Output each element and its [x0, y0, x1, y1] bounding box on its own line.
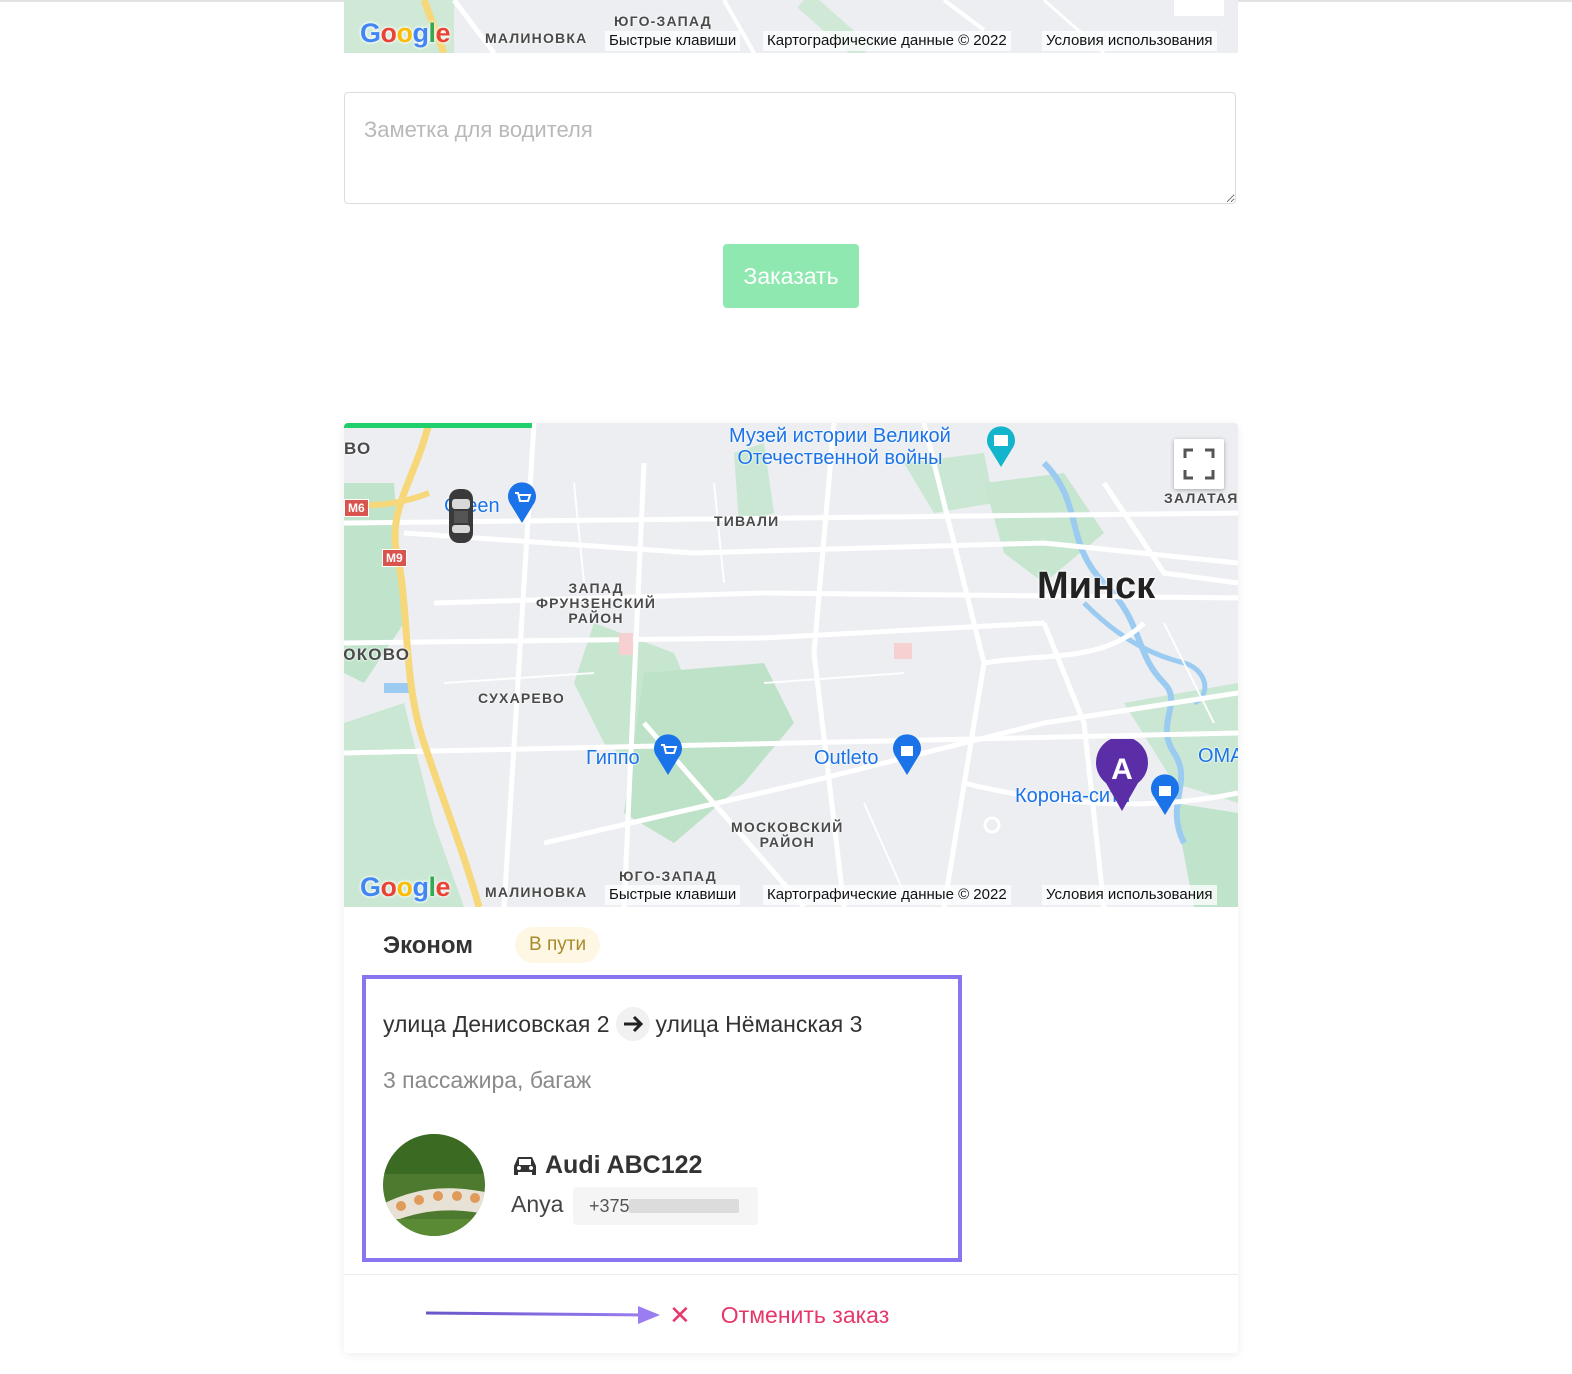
map-label-rayon: РАЙОН [568, 610, 624, 626]
fullscreen-button[interactable] [1174, 439, 1224, 489]
top-map[interactable]: ЮГО-ЗАПАД МАЛИНОВКА Google Быстрые клави… [344, 0, 1238, 53]
card-divider [344, 1274, 1238, 1275]
map-label-sukharevo: СУХАРЕВО [478, 690, 566, 706]
poi-museum-line1: Музей истории Великой [729, 425, 951, 447]
annotation-arrow-icon [425, 1306, 660, 1324]
route-to: улица Нёманская 3 [655, 1010, 863, 1037]
route: улица Денисовская 2 улица Нёманская 3 [383, 1007, 862, 1041]
arrow-right-icon [615, 1007, 650, 1041]
shopping-cart-pin-icon [508, 482, 536, 523]
status-badge: В пути [515, 927, 601, 963]
tariff-name: Эконом [383, 932, 474, 959]
driver-avatar [383, 1134, 485, 1236]
marker-a-label: A [1111, 753, 1133, 786]
map-label-zalataya: ЗАЛАТАЯ [1164, 490, 1238, 506]
driver-phone[interactable]: +375 [573, 1187, 758, 1225]
phone-redacted [629, 1199, 739, 1213]
taxi-car-marker-icon [449, 489, 473, 543]
fullscreen-icon [1183, 448, 1215, 480]
shopping-bag-pin-icon [1151, 774, 1179, 815]
map-label-frunzensky: ФРУНЗЕНСКИЙ [536, 595, 657, 611]
map-label-minsk: Минск [1037, 565, 1156, 607]
map-footer: Быстрые клавиши Картографические данные … [344, 29, 1238, 53]
pickup-marker-a-icon: A [1096, 739, 1148, 811]
map-label-moskovsky-rayon: РАЙОН [759, 834, 815, 850]
driver-name: Anya [511, 1191, 564, 1217]
terms-link[interactable]: Условия использования [1042, 31, 1217, 51]
map-label-moskovsky: МОСКОВСКИЙ РАЙОН [731, 820, 843, 850]
ride-progress-bar [344, 423, 532, 428]
order-details-box: улица Денисовская 2 улица Нёманская 3 3 … [362, 975, 962, 1262]
keyboard-shortcuts-link[interactable]: Быстрые клавиши [605, 31, 741, 51]
active-order-card: ВО ЮКОВО ТИВАЛИ ЗАПАД ФРУНЗЕНСКИЙ РАЙОН … [344, 423, 1238, 1353]
map-label-yugo-zapad-2: ЮГО-ЗАПАД [619, 868, 717, 884]
shopping-cart-pin-icon [654, 734, 682, 775]
poi-outleto[interactable]: Outleto [814, 747, 878, 769]
keyboard-shortcuts-link[interactable]: Быстрые клавиши [605, 885, 741, 905]
close-icon: ✕ [669, 1300, 691, 1330]
map-label-okovo: ЮКОВО [344, 645, 411, 664]
map-label-tivali: ТИВАЛИ [714, 513, 780, 529]
road-shield-m6: M6 [344, 499, 369, 517]
road-shield-m9: M9 [382, 549, 407, 567]
car-info: Audi ABC122 [511, 1151, 702, 1180]
poi-gippo[interactable]: Гиппо [586, 747, 640, 769]
order-map[interactable]: ВО ЮКОВО ТИВАЛИ ЗАПАД ФРУНЗЕНСКИЙ РАЙОН … [344, 423, 1238, 907]
map-footer: Быстрые клавиши Картографические данные … [344, 883, 1238, 907]
car-model: Audi ABC122 [545, 1151, 703, 1179]
cancel-order-button[interactable]: ✕ Отменить заказ [669, 1300, 889, 1331]
map-data-text: Картографические данные © 2022 [763, 31, 1011, 51]
driver-note-input[interactable] [344, 92, 1236, 204]
map-label-zapad: ЗАПАД ФРУНЗЕНСКИЙ РАЙОН [536, 581, 656, 626]
museum-pin-icon [987, 426, 1015, 467]
map-label-zapad-text: ЗАПАД [568, 580, 624, 596]
poi-oma[interactable]: ОМА [1198, 745, 1238, 767]
map-label-vo: ВО [344, 439, 372, 458]
poi-museum[interactable]: Музей истории Великой Отечественной войн… [729, 425, 951, 469]
poi-museum-line2: Отечественной войны [737, 447, 943, 469]
order-button[interactable]: Заказать [723, 244, 859, 308]
passengers-info: 3 пассажира, багаж [383, 1067, 592, 1093]
map-label-yugo-zapad: ЮГО-ЗАПАД [614, 13, 712, 29]
phone-prefix: +375 [589, 1196, 630, 1216]
car-icon [514, 1156, 536, 1175]
shopping-bag-pin-icon [893, 734, 921, 775]
route-from: улица Денисовская 2 [383, 1010, 610, 1037]
terms-link[interactable]: Условия использования [1042, 885, 1217, 905]
cancel-order-label: Отменить заказ [720, 1302, 890, 1328]
map-data-text: Картографические данные © 2022 [763, 885, 1011, 905]
map-label-moskovsky-text: МОСКОВСКИЙ [731, 819, 844, 835]
